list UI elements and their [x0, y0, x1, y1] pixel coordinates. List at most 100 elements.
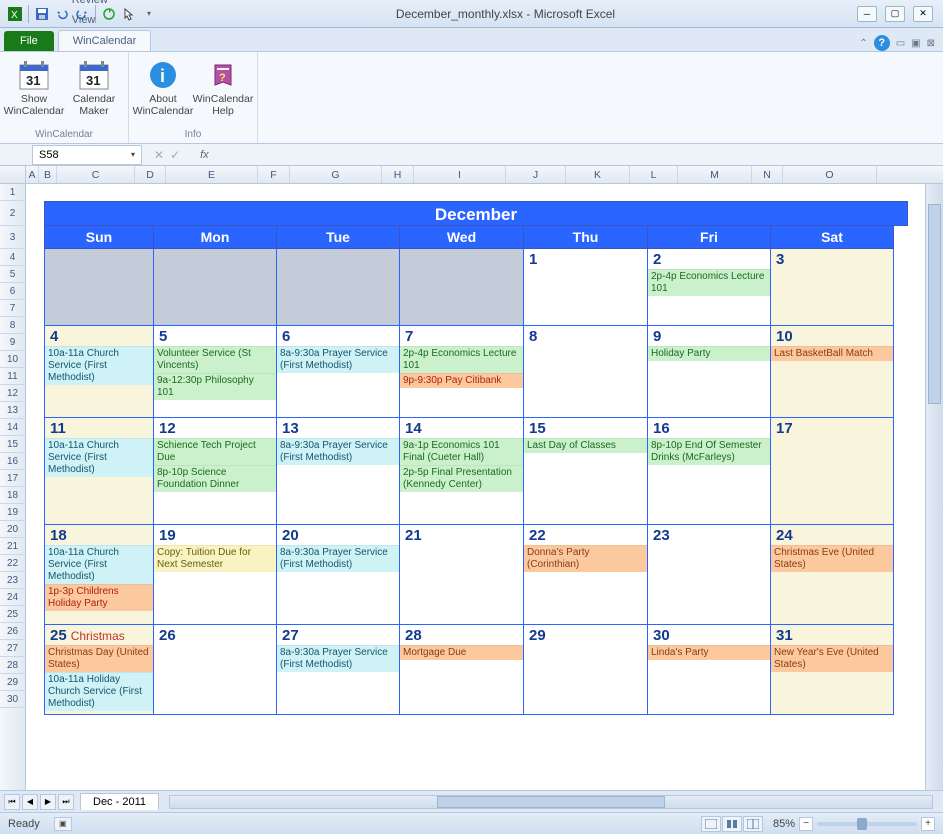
calendar-cell[interactable]: 168p-10p End Of Semester Drinks (McFarle…: [648, 418, 771, 525]
calendar-cell[interactable]: 29: [524, 625, 648, 715]
calendar-cell[interactable]: 21: [400, 525, 524, 625]
row-header[interactable]: 20: [0, 521, 25, 538]
column-header[interactable]: B: [39, 166, 57, 183]
calendar-cell[interactable]: 208a-9:30a Prayer Service (First Methodi…: [277, 525, 400, 625]
calendar-cell[interactable]: 9Holiday Party: [648, 326, 771, 418]
calendar-cell[interactable]: 22Donna's Party (Corinthian): [524, 525, 648, 625]
calendar-cell[interactable]: 24Christmas Eve (United States): [771, 525, 894, 625]
cancel-icon[interactable]: ✕: [154, 148, 164, 162]
tab-view[interactable]: View: [58, 10, 152, 30]
row-header[interactable]: 16: [0, 453, 25, 470]
calendar-cell[interactable]: 3: [771, 249, 894, 326]
zoom-slider-thumb[interactable]: [857, 818, 867, 830]
calendar-event[interactable]: Christmas Day (United States): [45, 645, 153, 672]
row-header[interactable]: 27: [0, 640, 25, 657]
column-header[interactable]: O: [783, 166, 877, 183]
window-restore-icon[interactable]: ▣: [911, 38, 920, 49]
calendar-event[interactable]: 9p-9:30p Pay Citibank: [400, 373, 523, 388]
ribbon-button-show-wincalendar[interactable]: 31ShowWinCalendar: [6, 54, 62, 127]
calendar-event[interactable]: Last BasketBall Match: [771, 346, 893, 361]
calendar-event[interactable]: 8a-9:30a Prayer Service (First Methodist…: [277, 645, 399, 672]
calendar-cell[interactable]: 72p-4p Economics Lecture 1019p-9:30p Pay…: [400, 326, 524, 418]
row-header[interactable]: 22: [0, 555, 25, 572]
row-header[interactable]: 4: [0, 249, 25, 266]
calendar-cell[interactable]: 31New Year's Eve (United States): [771, 625, 894, 715]
ribbon-button-calendar-maker[interactable]: 31CalendarMaker: [66, 54, 122, 127]
minimize-ribbon-icon[interactable]: ⌃: [859, 38, 867, 49]
row-header[interactable]: 19: [0, 504, 25, 521]
calendar-event[interactable]: 2p-4p Economics Lecture 101: [648, 269, 770, 296]
calendar-event[interactable]: 8p-10p End Of Semester Drinks (McFarleys…: [648, 438, 770, 465]
scrollbar-thumb[interactable]: [437, 796, 666, 808]
row-header[interactable]: 14: [0, 419, 25, 436]
row-header[interactable]: 10: [0, 351, 25, 368]
tab-wincalendar[interactable]: WinCalendar: [58, 30, 152, 51]
calendar-cell[interactable]: 5Volunteer Service (St Vincents)9a-12:30…: [154, 326, 277, 418]
row-header[interactable]: 3: [0, 226, 25, 249]
cells-area[interactable]: December SunMonTueWedThuFriSat 122p-4p E…: [26, 184, 925, 790]
calendar-cell[interactable]: 19Copy: Tuition Due for Next Semester: [154, 525, 277, 625]
calendar-cell[interactable]: 8: [524, 326, 648, 418]
calendar-event[interactable]: 8a-9:30a Prayer Service (First Methodist…: [277, 438, 399, 465]
row-header[interactable]: 26: [0, 623, 25, 640]
excel-icon[interactable]: X: [6, 5, 24, 23]
row-header[interactable]: 23: [0, 572, 25, 589]
calendar-event[interactable]: Donna's Party (Corinthian): [524, 545, 647, 572]
help-icon[interactable]: ?: [874, 35, 890, 51]
zoom-in-button[interactable]: +: [921, 817, 935, 831]
calendar-cell[interactable]: 1110a-11a Church Service (First Methodis…: [44, 418, 154, 525]
row-header[interactable]: 13: [0, 402, 25, 419]
horizontal-scrollbar[interactable]: [169, 795, 933, 809]
vertical-scrollbar[interactable]: [925, 184, 943, 790]
calendar-cell[interactable]: [277, 249, 400, 326]
formula-input[interactable]: [215, 146, 943, 164]
column-header[interactable]: L: [630, 166, 678, 183]
row-header[interactable]: 6: [0, 283, 25, 300]
fx-icon[interactable]: fx: [200, 149, 209, 161]
column-header[interactable]: H: [382, 166, 414, 183]
column-header[interactable]: N: [752, 166, 783, 183]
calendar-cell[interactable]: 25ChristmasChristmas Day (United States)…: [44, 625, 154, 715]
row-header[interactable]: 1: [0, 184, 25, 201]
row-header[interactable]: 7: [0, 300, 25, 317]
column-header[interactable]: M: [678, 166, 752, 183]
calendar-cell[interactable]: 149a-1p Economics 101 Final (Cueter Hall…: [400, 418, 524, 525]
sheet-tab[interactable]: Dec - 2011: [80, 793, 159, 810]
calendar-event[interactable]: Holiday Party: [648, 346, 770, 361]
calendar-cell[interactable]: 1: [524, 249, 648, 326]
calendar-event[interactable]: 2p-5p Final Presentation (Kennedy Center…: [400, 465, 523, 492]
calendar-cell[interactable]: 28Mortgage Due: [400, 625, 524, 715]
calendar-cell[interactable]: 68a-9:30a Prayer Service (First Methodis…: [277, 326, 400, 418]
row-header[interactable]: 15: [0, 436, 25, 453]
calendar-cell[interactable]: 22p-4p Economics Lecture 101: [648, 249, 771, 326]
calendar-cell[interactable]: 23: [648, 525, 771, 625]
chevron-down-icon[interactable]: ▾: [131, 150, 135, 159]
select-all-corner[interactable]: [0, 166, 26, 183]
save-icon[interactable]: [33, 5, 51, 23]
enter-icon[interactable]: ✓: [170, 148, 180, 162]
calendar-event[interactable]: Schience Tech Project Due: [154, 438, 276, 465]
column-header[interactable]: C: [57, 166, 135, 183]
row-header[interactable]: 2: [0, 201, 25, 226]
zoom-value[interactable]: 85%: [773, 818, 795, 830]
calendar-cell[interactable]: 12Schience Tech Project Due8p-10p Scienc…: [154, 418, 277, 525]
calendar-event[interactable]: Volunteer Service (St Vincents): [154, 346, 276, 373]
name-box[interactable]: S58 ▾: [32, 145, 142, 165]
column-header[interactable]: A: [26, 166, 39, 183]
calendar-event[interactable]: 10a-11a Church Service (First Methodist): [45, 545, 153, 584]
window-close-icon[interactable]: ⊠: [927, 38, 935, 49]
row-header[interactable]: 5: [0, 266, 25, 283]
row-header[interactable]: 17: [0, 470, 25, 487]
calendar-cell[interactable]: 410a-11a Church Service (First Methodist…: [44, 326, 154, 418]
column-header[interactable]: G: [290, 166, 382, 183]
close-button[interactable]: ✕: [913, 6, 933, 22]
page-break-view-button[interactable]: [743, 816, 763, 832]
column-header[interactable]: F: [258, 166, 290, 183]
calendar-cell[interactable]: 17: [771, 418, 894, 525]
ribbon-button-about-wincalendar[interactable]: iAboutWinCalendar: [135, 54, 191, 127]
row-header[interactable]: 9: [0, 334, 25, 351]
window-minimize-icon[interactable]: ▭: [896, 38, 905, 49]
calendar-cell[interactable]: [400, 249, 524, 326]
row-header[interactable]: 12: [0, 385, 25, 402]
calendar-cell[interactable]: 30Linda's Party: [648, 625, 771, 715]
